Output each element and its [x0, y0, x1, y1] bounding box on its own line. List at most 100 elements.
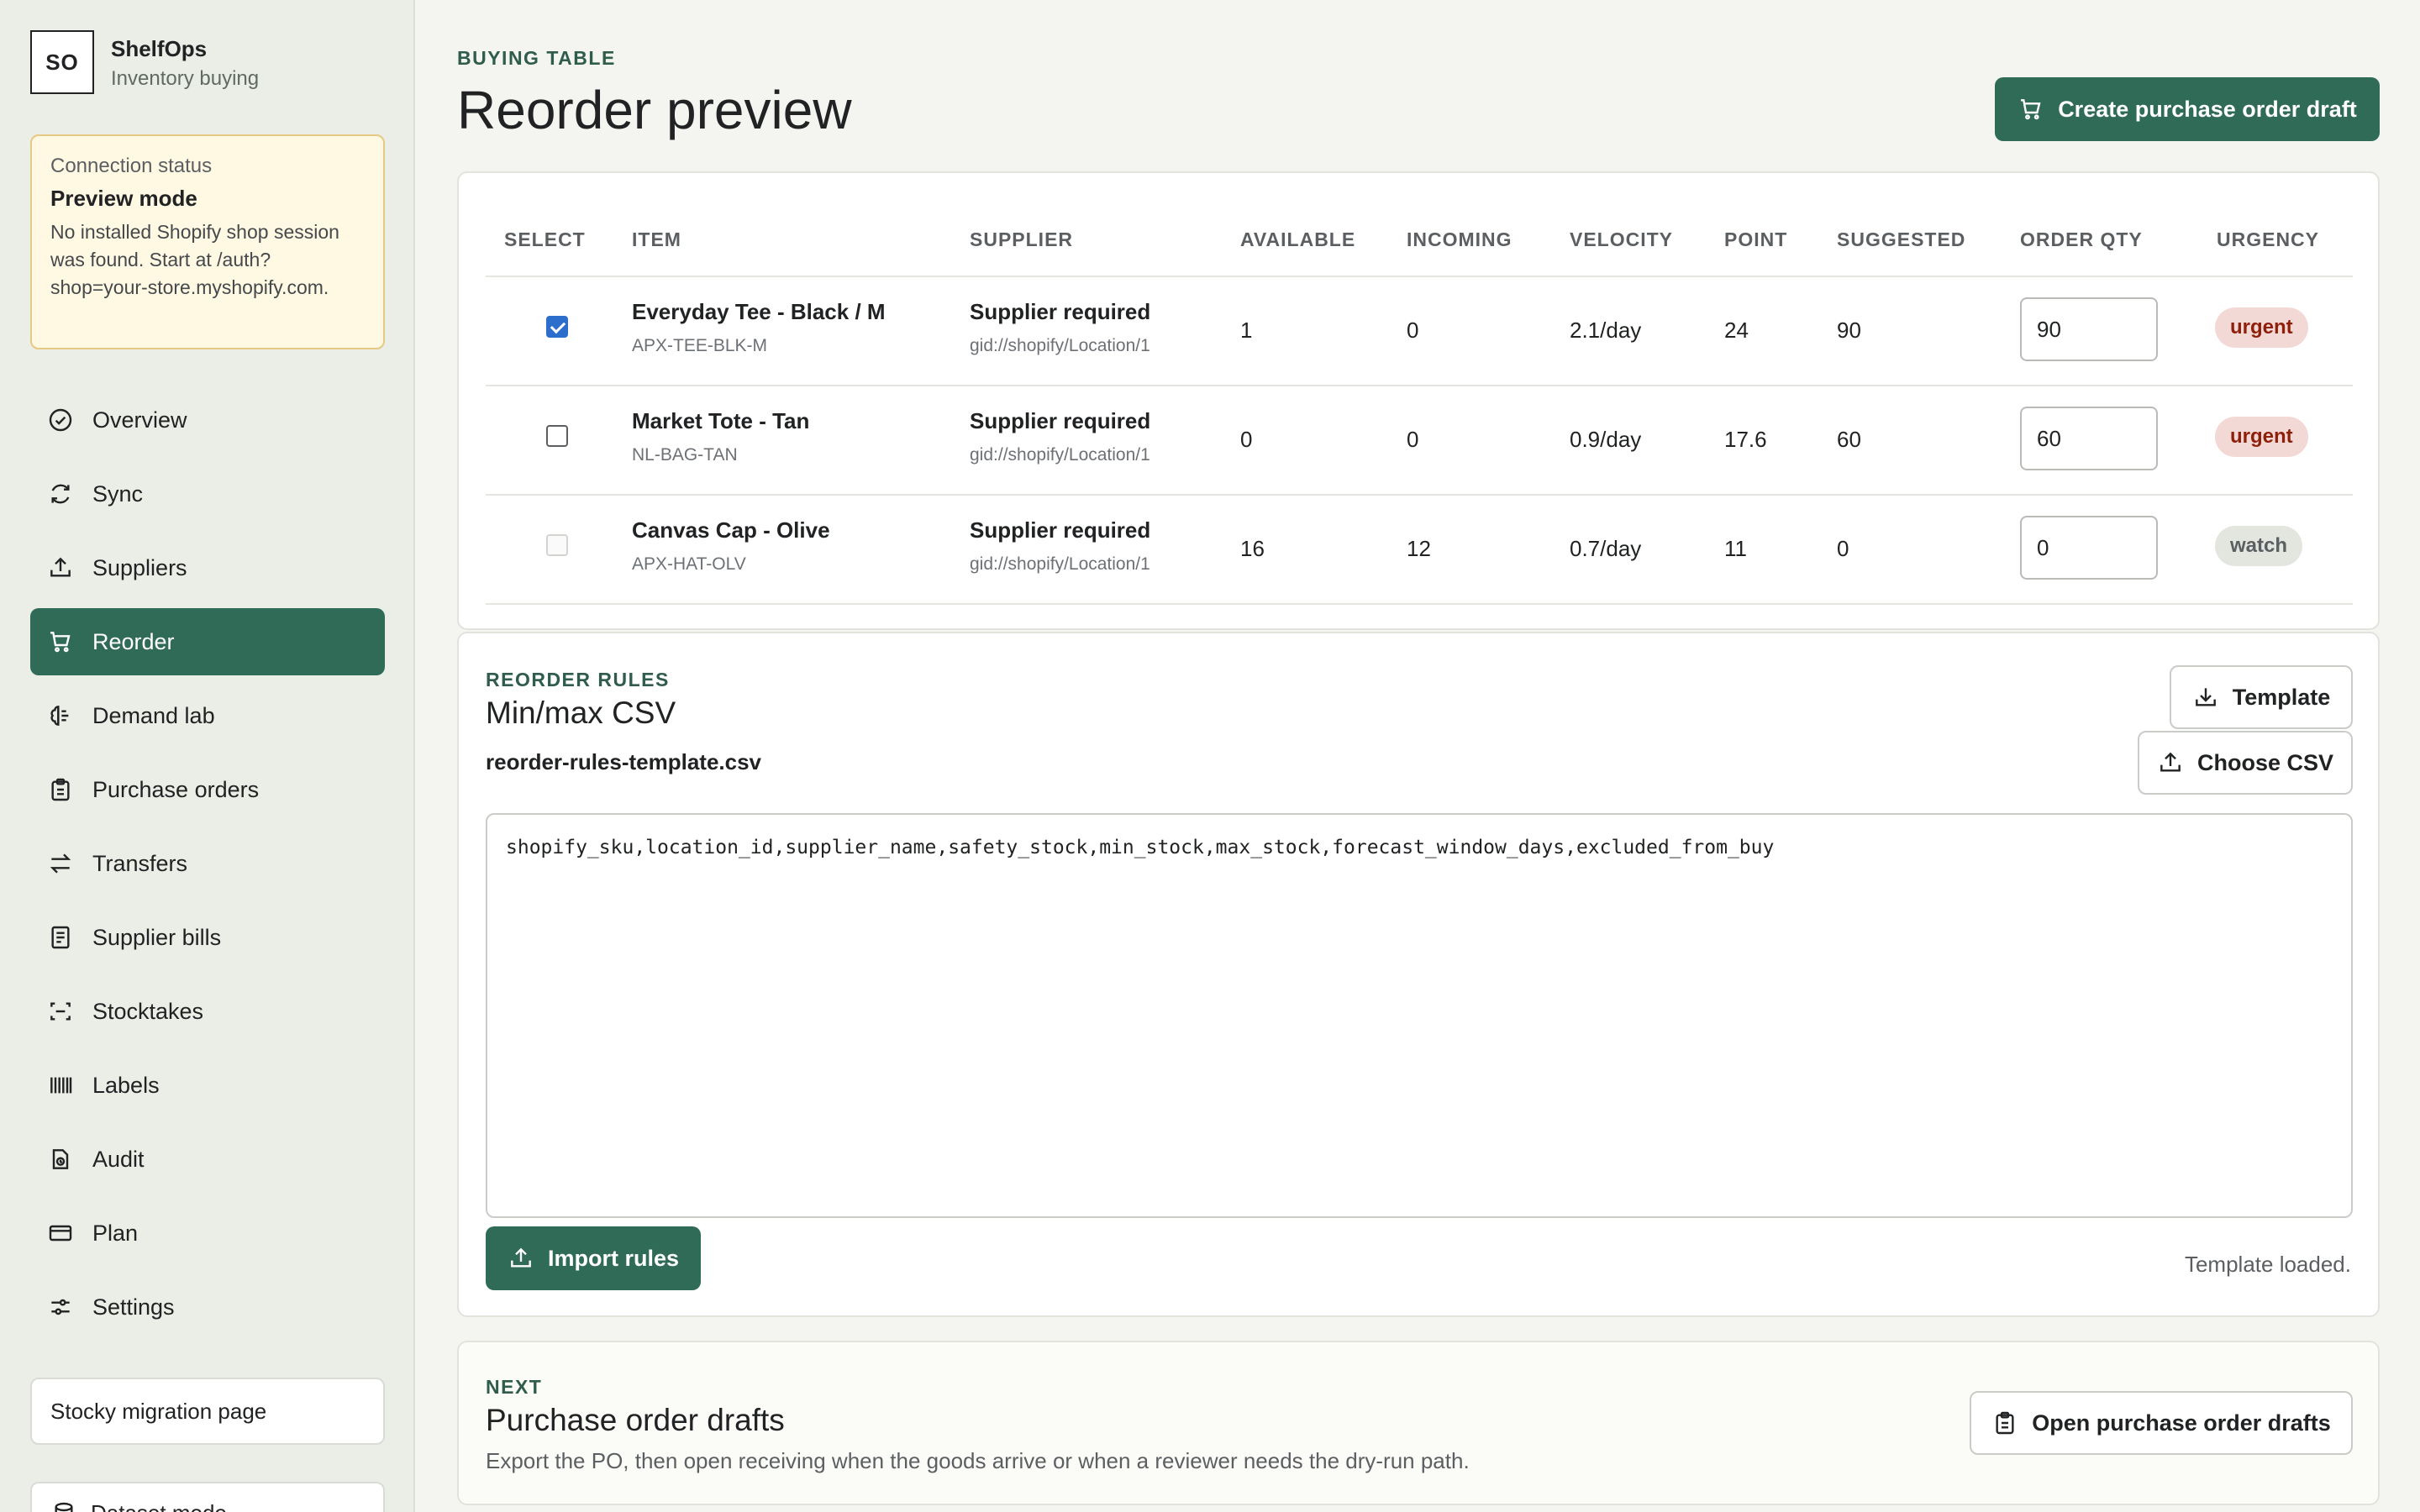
table-divider — [486, 603, 2353, 605]
connection-status-title: Preview mode — [50, 186, 197, 211]
item-name: Canvas Cap - Olive — [632, 517, 830, 543]
page-title: Reorder preview — [457, 80, 852, 140]
cart-icon — [50, 632, 71, 653]
velocity-value: 0.9/day — [1570, 427, 1642, 452]
supplier-name: Supplier required — [970, 299, 1151, 324]
table-divider — [486, 385, 2353, 386]
supplier-location: gid://shopify/Location/1 — [970, 445, 1150, 465]
column-header-select: SELECT — [504, 228, 586, 250]
available-value: 0 — [1240, 427, 1253, 452]
sidebar-item-label: Labels — [92, 1072, 160, 1098]
import-rules-button[interactable]: Import rules — [486, 1226, 701, 1290]
sidebar-item-label: Sync — [92, 480, 144, 507]
reorder-table-card: SELECT ITEM SUPPLIER AVAILABLE INCOMING … — [457, 171, 2380, 630]
upload-icon — [511, 1247, 531, 1268]
sidebar-item-labels[interactable]: Labels — [30, 1052, 385, 1119]
audit-icon — [52, 1149, 69, 1169]
row-select-checkbox[interactable] — [546, 425, 568, 447]
brand-name: ShelfOps — [111, 36, 208, 61]
upload-icon — [2160, 752, 2181, 772]
column-header-suggested: SUGGESTED — [1837, 228, 1966, 250]
suggested-value: 60 — [1837, 427, 1861, 452]
sidebar-item-label: Suppliers — [92, 554, 187, 580]
incoming-value: 0 — [1407, 318, 1419, 343]
stocky-migration-button[interactable]: Stocky migration page — [30, 1378, 385, 1445]
clipboard-icon — [51, 778, 70, 801]
next-title: Purchase order drafts — [486, 1403, 785, 1437]
sidebar-item-overview[interactable]: Overview — [30, 386, 385, 454]
sidebar-item-sync[interactable]: Sync — [30, 460, 385, 528]
next-step-card: NEXT Purchase order drafts Export the PO… — [457, 1341, 2380, 1505]
dataset-mode-button[interactable]: Dataset mode — [30, 1482, 385, 1512]
sidebar-item-transfers[interactable]: Transfers — [30, 830, 385, 897]
import-status-text: Template loaded. — [2184, 1252, 2351, 1277]
connection-status-card: Connection status Preview mode No instal… — [30, 134, 385, 349]
connection-status-message: No installed Shopify shop session was fo… — [50, 221, 339, 298]
table-divider — [486, 494, 2353, 496]
choose-csv-label: Choose CSV — [2196, 749, 2334, 775]
sidebar-item-label: Plan — [92, 1220, 139, 1246]
arrows-icon — [50, 853, 71, 874]
sidebar-item-suppliers[interactable]: Suppliers — [30, 534, 385, 601]
rules-title: Min/max CSV — [486, 696, 676, 730]
reorder-rules-card: REORDER RULES Min/max CSV reorder-rules-… — [457, 632, 2380, 1317]
sidebar-item-reorder[interactable]: Reorder — [30, 608, 385, 675]
incoming-value: 0 — [1407, 427, 1419, 452]
sidebar-item-label: Stocktakes — [92, 998, 204, 1024]
brand-subtitle: Inventory buying — [111, 67, 260, 90]
sidebar-item-settings[interactable]: Settings — [30, 1273, 385, 1341]
sidebar-item-audit[interactable]: Audit — [30, 1126, 385, 1193]
order-qty-input[interactable] — [2020, 297, 2158, 361]
order-qty-input[interactable] — [2020, 407, 2158, 470]
sliders-icon — [51, 1299, 70, 1315]
column-header-point: POINT — [1724, 228, 1788, 250]
rules-eyebrow: REORDER RULES — [486, 669, 670, 690]
dataset-mode-label: Dataset mode — [91, 1500, 227, 1512]
column-header-item: ITEM — [632, 228, 681, 250]
velocity-value: 0.7/day — [1570, 536, 1642, 561]
column-header-velocity: VELOCITY — [1570, 228, 1674, 250]
item-sku: APX-TEE-BLK-M — [632, 336, 768, 355]
item-sku: APX-HAT-OLV — [632, 554, 746, 574]
sidebar-item-label: Purchase orders — [92, 776, 260, 802]
sidebar-item-supplier-bills[interactable]: Supplier bills — [30, 904, 385, 971]
create-purchase-order-draft-button[interactable]: Create purchase order draft — [1995, 77, 2380, 141]
sidebar-item-demand-lab[interactable]: Demand lab — [30, 682, 385, 749]
supplier-location: gid://shopify/Location/1 — [970, 336, 1150, 355]
csv-rules-textarea[interactable]: shopify_sku,location_id,supplier_name,sa… — [486, 813, 2353, 1218]
check-circle-icon — [49, 408, 72, 432]
template-button-label: Template — [2232, 684, 2331, 710]
database-icon — [55, 1502, 73, 1512]
velocity-value: 2.1/day — [1570, 318, 1642, 343]
next-eyebrow: NEXT — [486, 1376, 543, 1398]
row-select-checkbox[interactable] — [546, 316, 568, 338]
choose-csv-button[interactable]: Choose CSV — [2138, 731, 2353, 795]
order-qty-input[interactable] — [2020, 516, 2158, 580]
sidebar-item-purchase-orders[interactable]: Purchase orders — [30, 756, 385, 823]
brand-logo: SO — [30, 30, 94, 94]
sidebar-item-plan[interactable]: Plan — [30, 1200, 385, 1267]
rules-filename: reorder-rules-template.csv — [486, 749, 762, 774]
page-eyebrow: BUYING TABLE — [457, 47, 616, 69]
sidebar-item-stocktakes[interactable]: Stocktakes — [30, 978, 385, 1045]
column-header-urgency: URGENCY — [2217, 228, 2320, 250]
open-purchase-order-drafts-label: Open purchase order drafts — [2032, 1410, 2331, 1436]
refresh-icon — [51, 484, 70, 504]
row-select-checkbox[interactable] — [546, 534, 568, 556]
receipt-icon — [51, 926, 70, 949]
point-value: 17.6 — [1724, 427, 1767, 452]
urgency-badge: urgent — [2215, 417, 2308, 457]
barcode-icon — [50, 1077, 72, 1094]
sidebar-item-label: Reorder — [92, 628, 175, 654]
sidebar-nav: Overview Sync Suppliers Reorder Demand l… — [30, 386, 385, 1347]
item-name: Market Tote - Tan — [632, 408, 810, 433]
clipboard-icon — [1996, 1411, 2014, 1435]
urgency-badge: urgent — [2215, 307, 2308, 348]
suggested-value: 0 — [1837, 536, 1849, 561]
sidebar-item-label: Supplier bills — [92, 924, 222, 950]
open-purchase-order-drafts-button[interactable]: Open purchase order drafts — [1970, 1391, 2353, 1455]
connection-status-label: Connection status — [50, 155, 213, 177]
item-name: Everyday Tee - Black / M — [632, 299, 886, 324]
point-value: 24 — [1724, 318, 1749, 343]
template-download-button[interactable]: Template — [2170, 665, 2353, 729]
